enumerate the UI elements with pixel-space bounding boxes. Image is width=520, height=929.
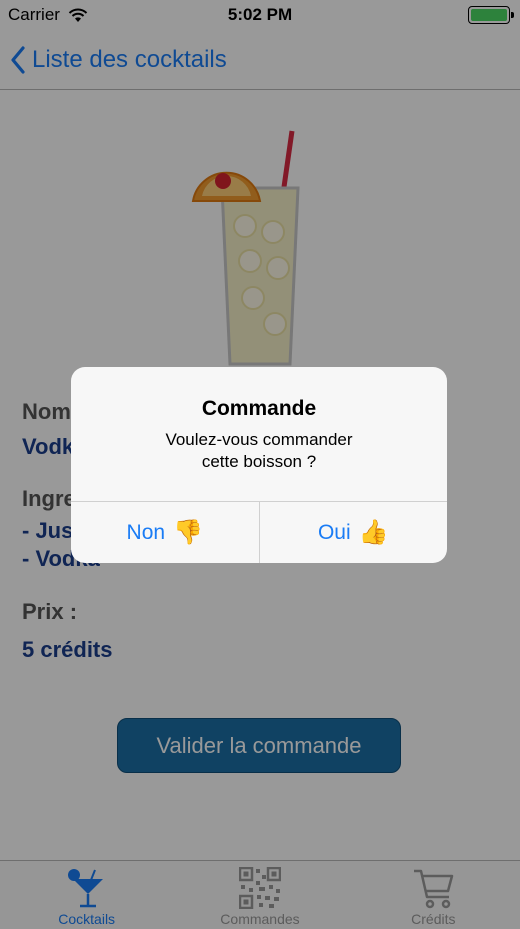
order-confirm-alert: Commande Voulez-vous commander cette boi… — [71, 367, 447, 563]
thumbs-down-icon: 👎 — [173, 519, 203, 546]
no-button[interactable]: Non 👎 — [71, 502, 260, 563]
thumbs-up-icon: 👍 — [358, 519, 389, 546]
alert-message-line: cette boisson ? — [201, 452, 317, 471]
alert-actions: Non 👎 Oui 👍 — [71, 501, 447, 563]
alert-title: Commande — [201, 397, 317, 420]
alert-message: Voulez-vous commander cette boisson ? — [101, 429, 417, 473]
no-label: Non — [126, 520, 166, 544]
yes-button[interactable]: Oui 👍 — [260, 502, 448, 563]
yes-label: Oui — [317, 520, 351, 544]
alert-message-line: Voulez-vous commander — [165, 430, 353, 449]
